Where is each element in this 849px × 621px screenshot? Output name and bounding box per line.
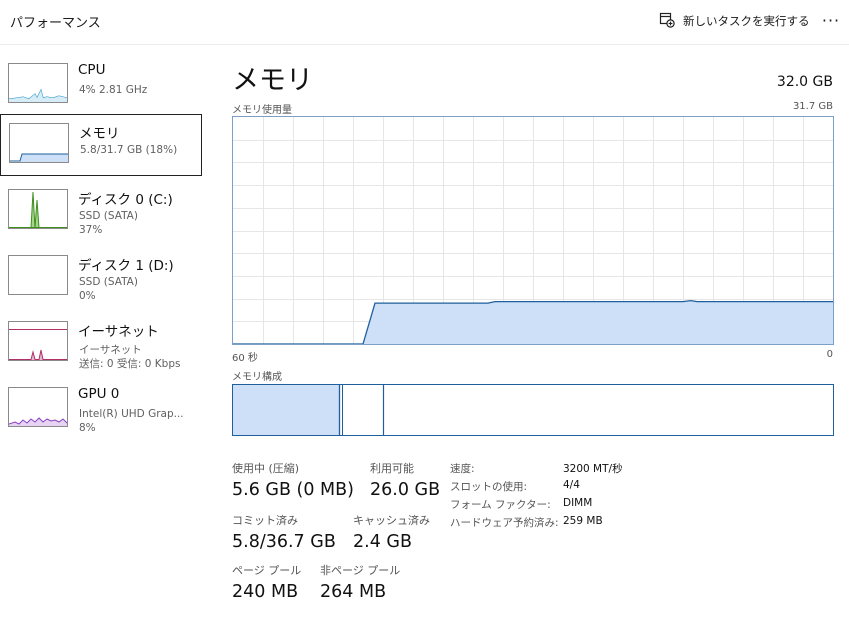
header-bar: パフォーマンス 新しいタスクを実行する ··· (0, 0, 849, 45)
sidebar-item-usage: 8% (79, 422, 96, 434)
gpu-0-thumbnail (8, 387, 68, 427)
sidebar-item-gpu-0[interactable]: GPU 0 Intel(R) UHD Grap... 8% (0, 379, 202, 441)
ethernet-thumbnail (8, 321, 68, 361)
disk-0-thumbnail (8, 189, 68, 229)
sidebar-item-usage: 0% (79, 290, 96, 302)
stat-committed-value: 5.8/36.7 GB (232, 532, 336, 552)
sidebar-item-label: GPU 0 (78, 386, 120, 402)
page-title: パフォーマンス (10, 16, 101, 31)
sidebar-item-detail: SSD (SATA) (79, 210, 138, 222)
detail-slots-label: スロットの使用: (450, 481, 528, 493)
stat-nonpaged-pool-value: 264 MB (320, 582, 387, 602)
more-options-button[interactable]: ··· (818, 10, 844, 32)
new-task-label: 新しいタスクを実行する (683, 14, 810, 28)
memory-usage-graph-canvas (233, 117, 833, 345)
stat-committed-label: コミット済み (232, 514, 298, 527)
disk-1-thumbnail (8, 255, 68, 295)
detail-form-factor-label: フォーム ファクター: (450, 499, 551, 511)
stat-available-label: 利用可能 (370, 462, 414, 475)
sidebar-item-detail: SSD (SATA) (79, 276, 138, 288)
sidebar-item-usage: 37% (79, 224, 103, 236)
sidebar-item-throughput: 送信: 0 受信: 0 Kbps (79, 358, 181, 370)
sidebar-item-disk-0[interactable]: ディスク 0 (C:) SSD (SATA) 37% (0, 181, 202, 243)
sidebar-item-memory[interactable]: メモリ 5.8/31.7 GB (18%) (0, 114, 202, 176)
cpu-thumbnail (8, 63, 68, 103)
detail-slots-value: 4/4 (563, 479, 580, 491)
sidebar-item-ethernet[interactable]: イーサネット イーサネット 送信: 0 受信: 0 Kbps (0, 313, 202, 375)
memory-capacity: 32.0 GB (776, 74, 833, 90)
stat-nonpaged-pool-label: 非ページ プール (320, 564, 401, 577)
stat-cached-label: キャッシュ済み (353, 514, 430, 527)
sidebar-item-label: CPU (78, 62, 106, 78)
composition-in-use (233, 385, 339, 435)
sidebar-item-detail: 5.8/31.7 GB (18%) (80, 144, 178, 156)
detail-hw-reserved-value: 259 MB (563, 515, 603, 527)
sidebar-item-detail: Intel(R) UHD Grap... (79, 408, 184, 420)
memory-thumbnail (9, 123, 69, 163)
detail-speed-label: 速度: (450, 463, 475, 475)
detail-form-factor-value: DIMM (563, 497, 593, 509)
stat-cached-value: 2.4 GB (353, 532, 412, 552)
sidebar-item-label: メモリ (79, 126, 120, 142)
sidebar-item-label: イーサネット (78, 324, 159, 340)
new-task-icon (659, 12, 675, 31)
main-title: メモリ (232, 65, 313, 96)
stat-in-use-value: 5.6 GB (0 MB) (232, 480, 354, 500)
detail-speed-value: 3200 MT/秒 (563, 463, 623, 475)
sidebar-item-label: ディスク 0 (C:) (78, 192, 173, 208)
stat-in-use-label: 使用中 (圧縮) (232, 462, 300, 475)
memory-composition-bar (232, 384, 834, 436)
sidebar-item-label: ディスク 1 (D:) (78, 258, 174, 274)
composition-label: メモリ構成 (232, 372, 282, 383)
sidebar-item-detail: 4% 2.81 GHz (79, 84, 148, 96)
stat-available-value: 26.0 GB (370, 480, 441, 500)
stat-paged-pool-label: ページ プール (232, 564, 302, 577)
usage-graph-label: メモリ使用量 (232, 105, 292, 116)
time-axis-left: 60 秒 (232, 353, 258, 364)
sidebar-item-cpu[interactable]: CPU 4% 2.81 GHz (0, 55, 202, 117)
time-axis-right: 0 (826, 349, 833, 360)
new-task-button[interactable]: 新しいタスクを実行する (659, 10, 810, 32)
sidebar-item-detail: イーサネット (79, 344, 142, 356)
memory-usage-graph (232, 116, 834, 345)
stat-paged-pool-value: 240 MB (232, 582, 299, 602)
usage-graph-max: 31.7 GB (792, 101, 833, 112)
detail-hw-reserved-label: ハードウェア予約済み: (450, 517, 559, 529)
sidebar-item-disk-1[interactable]: ディスク 1 (D:) SSD (SATA) 0% (0, 247, 202, 309)
